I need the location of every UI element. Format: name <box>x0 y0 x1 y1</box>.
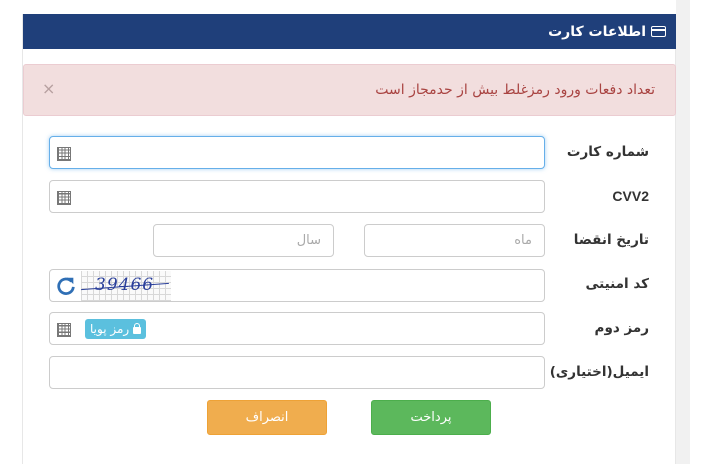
panel-title: اطلاعات کارت <box>548 23 646 40</box>
card-number-label: شماره کارت <box>566 144 649 160</box>
expiry-label: تاریخ انقضا <box>573 232 649 248</box>
captcha-input[interactable]: 39466 <box>49 269 545 302</box>
pay-button[interactable]: پرداخت <box>371 400 491 435</box>
year-placeholder: سال <box>296 233 321 248</box>
refresh-icon[interactable] <box>55 275 77 297</box>
dynamic-pin-label: رمز پویا <box>90 322 130 336</box>
cancel-button[interactable]: انصراف <box>207 400 327 435</box>
panel-header: اطلاعات کارت <box>23 14 676 49</box>
dynamic-pin-button[interactable]: رمز پویا <box>85 319 147 339</box>
credit-card-icon <box>651 26 666 37</box>
expiry-year-input[interactable]: سال <box>153 224 334 257</box>
month-placeholder: ماه <box>514 233 532 248</box>
card-info-panel: اطلاعات کارت تعداد دفعات ورود رمزغلط بیش… <box>22 14 676 464</box>
captcha-label: کد امنیتی <box>585 276 649 292</box>
pin2-label: رمز دوم <box>594 320 649 336</box>
error-alert: تعداد دفعات ورود رمزغلط بیش از حدمجاز اس… <box>23 64 676 116</box>
pin2-input[interactable]: رمز پویا <box>49 312 545 345</box>
alert-message: تعداد دفعات ورود رمزغلط بیش از حدمجاز اس… <box>375 82 655 98</box>
keypad-icon[interactable] <box>57 323 71 337</box>
email-label: ایمیل(اختیاری) <box>549 364 649 380</box>
page-gutter <box>676 0 690 464</box>
captcha-image: 39466 <box>81 271 171 301</box>
cvv2-label: CVV2 <box>612 188 649 204</box>
close-icon[interactable]: × <box>42 79 55 98</box>
cvv2-input[interactable] <box>49 180 545 213</box>
lock-icon <box>133 322 142 334</box>
captcha-text: 39466 <box>95 275 155 295</box>
expiry-month-input[interactable]: ماه <box>364 224 545 257</box>
keypad-icon[interactable] <box>57 191 71 205</box>
email-input[interactable] <box>49 356 545 389</box>
keypad-icon[interactable] <box>57 147 71 161</box>
card-number-input[interactable] <box>49 136 545 169</box>
